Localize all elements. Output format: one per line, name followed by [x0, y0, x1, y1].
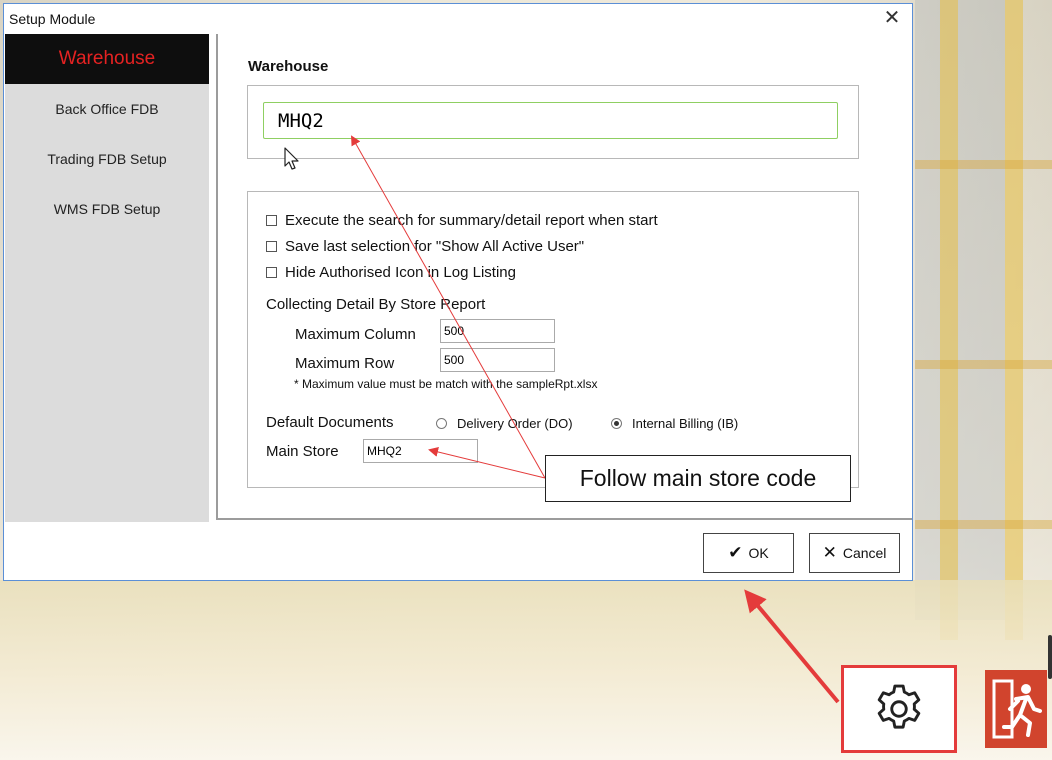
arrow-to-main-store-input	[428, 447, 546, 479]
exit-icon[interactable]	[985, 670, 1047, 748]
gear-icon	[877, 684, 921, 729]
annotation-arrows	[351, 135, 840, 704]
edge-handle	[1048, 635, 1052, 679]
arrow-to-dialog	[744, 589, 840, 704]
settings-button[interactable]	[841, 665, 957, 753]
annotation-callout: Follow main store code	[545, 455, 851, 502]
arrow-to-warehouse-input	[351, 135, 546, 479]
running-man-exit-icon	[992, 679, 1042, 739]
